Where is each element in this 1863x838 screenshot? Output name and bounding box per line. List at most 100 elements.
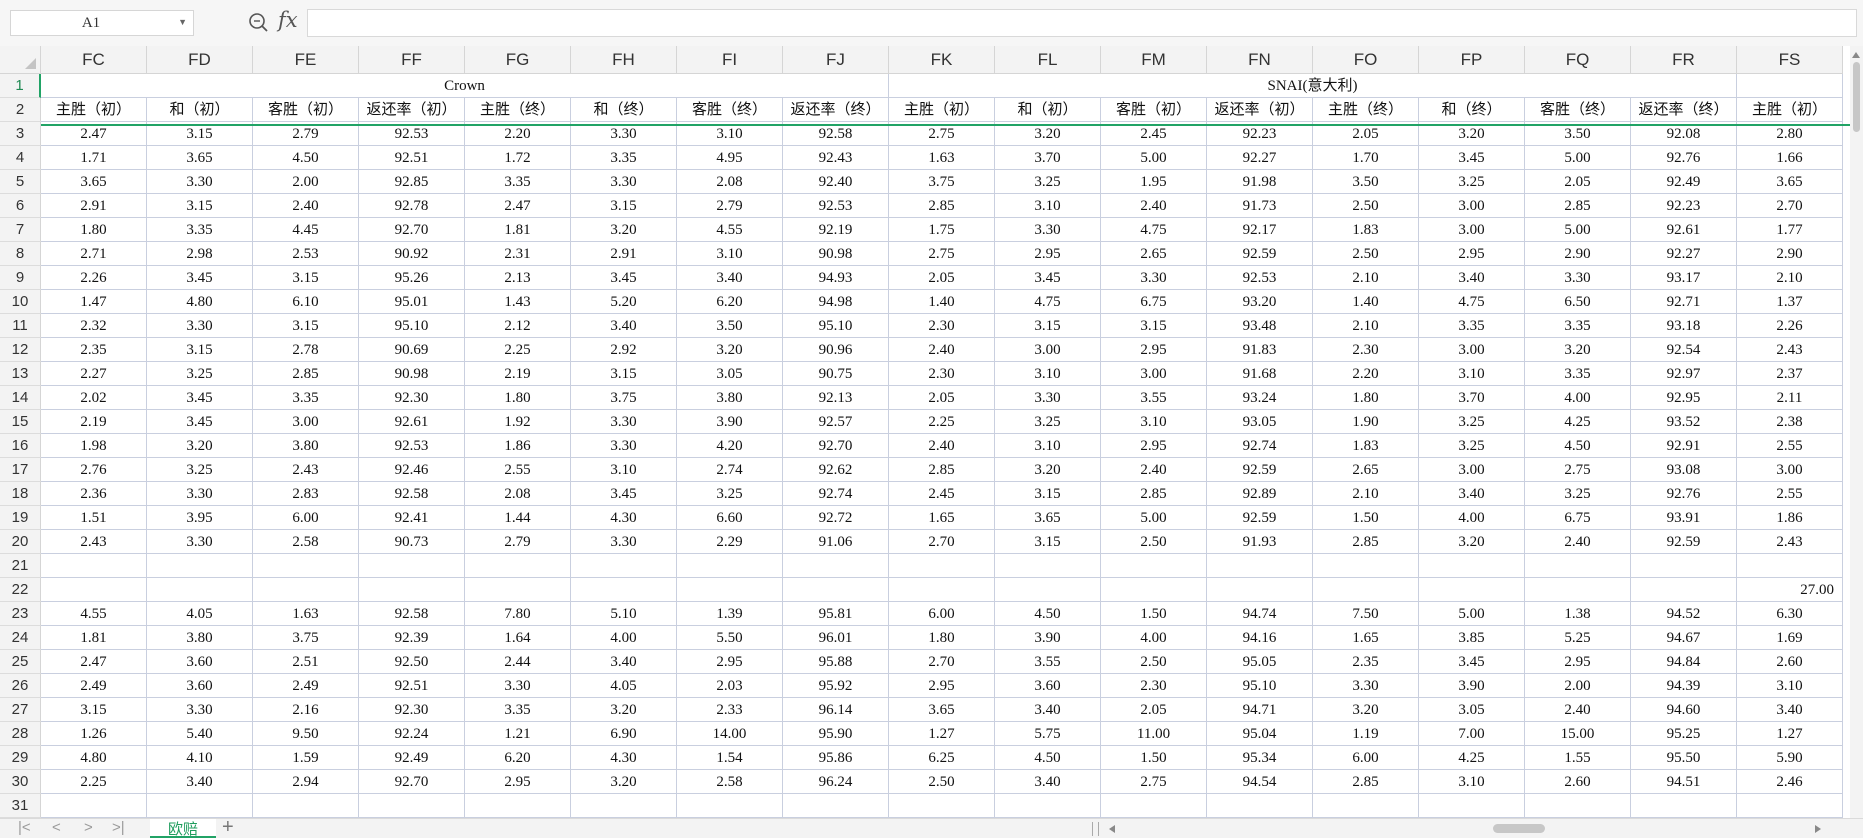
data-cell[interactable]: 2.00 <box>253 170 359 194</box>
chevron-down-icon[interactable]: ▼ <box>178 17 187 27</box>
data-cell[interactable]: 4.55 <box>677 218 783 242</box>
data-cell[interactable] <box>995 578 1101 602</box>
data-cell[interactable]: 2.30 <box>1313 338 1419 362</box>
data-cell[interactable]: 2.40 <box>889 434 995 458</box>
data-cell[interactable]: 3.60 <box>147 674 253 698</box>
data-cell[interactable]: 2.35 <box>1313 650 1419 674</box>
data-cell[interactable]: 95.88 <box>783 650 889 674</box>
column-title-cell[interactable]: 返还率（终） <box>1631 98 1737 122</box>
data-cell[interactable]: 27.00 <box>1737 578 1843 602</box>
column-header-fp[interactable]: FP <box>1419 46 1525 74</box>
data-cell[interactable]: 2.43 <box>1737 530 1843 554</box>
data-cell[interactable]: 3.25 <box>1419 434 1525 458</box>
data-cell[interactable]: 93.24 <box>1207 386 1313 410</box>
column-header-fm[interactable]: FM <box>1101 46 1207 74</box>
data-cell[interactable]: 94.93 <box>783 266 889 290</box>
data-cell[interactable]: 3.65 <box>1737 170 1843 194</box>
data-cell[interactable]: 3.90 <box>677 410 783 434</box>
data-cell[interactable]: 3.50 <box>1313 170 1419 194</box>
data-cell[interactable]: 3.35 <box>1525 314 1631 338</box>
data-cell[interactable]: 95.10 <box>1207 674 1313 698</box>
column-header-fr[interactable]: FR <box>1631 46 1737 74</box>
zoom-search-icon[interactable] <box>246 10 272 36</box>
data-cell[interactable]: 1.47 <box>41 290 147 314</box>
data-cell[interactable]: 3.55 <box>995 650 1101 674</box>
data-cell[interactable]: 3.20 <box>1419 530 1525 554</box>
data-cell[interactable] <box>1419 578 1525 602</box>
data-cell[interactable] <box>889 554 995 578</box>
data-cell[interactable]: 90.75 <box>783 362 889 386</box>
data-cell[interactable] <box>359 578 465 602</box>
data-cell[interactable]: 4.55 <box>41 602 147 626</box>
data-cell[interactable] <box>1631 554 1737 578</box>
data-cell[interactable] <box>783 554 889 578</box>
data-cell[interactable]: 2.55 <box>465 458 571 482</box>
data-cell[interactable]: 95.34 <box>1207 746 1313 770</box>
data-cell[interactable]: 2.40 <box>1101 458 1207 482</box>
data-cell[interactable]: 95.25 <box>1631 722 1737 746</box>
data-cell[interactable]: 2.44 <box>465 650 571 674</box>
data-cell[interactable]: 3.20 <box>571 770 677 794</box>
data-cell[interactable] <box>677 554 783 578</box>
data-cell[interactable]: 6.30 <box>1737 602 1843 626</box>
data-cell[interactable]: 1.69 <box>1737 626 1843 650</box>
data-cell[interactable]: 1.72 <box>465 146 571 170</box>
data-cell[interactable]: 3.30 <box>571 170 677 194</box>
data-cell[interactable]: 3.30 <box>995 218 1101 242</box>
data-cell[interactable]: 2.49 <box>41 674 147 698</box>
data-cell[interactable]: 2.43 <box>253 458 359 482</box>
data-cell[interactable]: 2.95 <box>677 650 783 674</box>
data-cell[interactable]: 92.27 <box>1207 146 1313 170</box>
data-cell[interactable]: 3.35 <box>147 218 253 242</box>
data-cell[interactable] <box>1101 794 1207 818</box>
data-cell[interactable]: 94.74 <box>1207 602 1313 626</box>
data-cell[interactable]: 6.75 <box>1525 506 1631 530</box>
data-cell[interactable]: 94.16 <box>1207 626 1313 650</box>
data-cell[interactable]: 3.70 <box>995 146 1101 170</box>
data-cell[interactable]: 3.35 <box>465 170 571 194</box>
data-cell[interactable]: 4.00 <box>1101 626 1207 650</box>
data-cell[interactable]: 3.40 <box>1419 266 1525 290</box>
data-cell[interactable]: 92.76 <box>1631 146 1737 170</box>
data-cell[interactable] <box>783 794 889 818</box>
data-cell[interactable]: 2.10 <box>1313 266 1419 290</box>
data-cell[interactable]: 2.55 <box>1737 434 1843 458</box>
data-cell[interactable]: 3.30 <box>571 410 677 434</box>
data-cell[interactable]: 2.25 <box>889 410 995 434</box>
data-cell[interactable]: 2.50 <box>1313 194 1419 218</box>
data-cell[interactable]: 5.00 <box>1101 146 1207 170</box>
data-cell[interactable]: 92.53 <box>359 434 465 458</box>
data-cell[interactable]: 2.76 <box>41 458 147 482</box>
data-cell[interactable]: 3.30 <box>1101 266 1207 290</box>
data-cell[interactable]: 2.85 <box>889 194 995 218</box>
data-cell[interactable]: 91.93 <box>1207 530 1313 554</box>
data-cell[interactable]: 3.25 <box>677 482 783 506</box>
data-cell[interactable]: 3.00 <box>253 410 359 434</box>
data-cell[interactable]: 3.40 <box>1737 698 1843 722</box>
data-cell[interactable]: 92.58 <box>359 482 465 506</box>
data-cell[interactable]: 3.30 <box>147 482 253 506</box>
column-header-fn[interactable]: FN <box>1207 46 1313 74</box>
column-title-cell[interactable]: 和（终） <box>1419 98 1525 122</box>
row-header-17[interactable]: 17 <box>0 458 41 482</box>
data-cell[interactable]: 3.40 <box>147 770 253 794</box>
data-cell[interactable]: 2.02 <box>41 386 147 410</box>
row-header-11[interactable]: 11 <box>0 314 41 338</box>
data-cell[interactable]: 92.70 <box>783 434 889 458</box>
data-cell[interactable]: 6.00 <box>253 506 359 530</box>
row-header-9[interactable]: 9 <box>0 266 41 290</box>
horizontal-scrollbar[interactable] <box>1105 822 1825 835</box>
data-cell[interactable] <box>465 794 571 818</box>
row-header-29[interactable]: 29 <box>0 746 41 770</box>
data-cell[interactable] <box>1419 794 1525 818</box>
data-cell[interactable]: 2.32 <box>41 314 147 338</box>
column-header-fi[interactable]: FI <box>677 46 783 74</box>
data-cell[interactable]: 92.30 <box>359 698 465 722</box>
data-cell[interactable]: 95.92 <box>783 674 889 698</box>
data-cell[interactable]: 2.19 <box>465 362 571 386</box>
data-cell[interactable]: 2.40 <box>1101 194 1207 218</box>
data-cell[interactable] <box>571 794 677 818</box>
row-header-24[interactable]: 24 <box>0 626 41 650</box>
data-cell[interactable]: 95.04 <box>1207 722 1313 746</box>
data-cell[interactable]: 2.46 <box>1737 770 1843 794</box>
